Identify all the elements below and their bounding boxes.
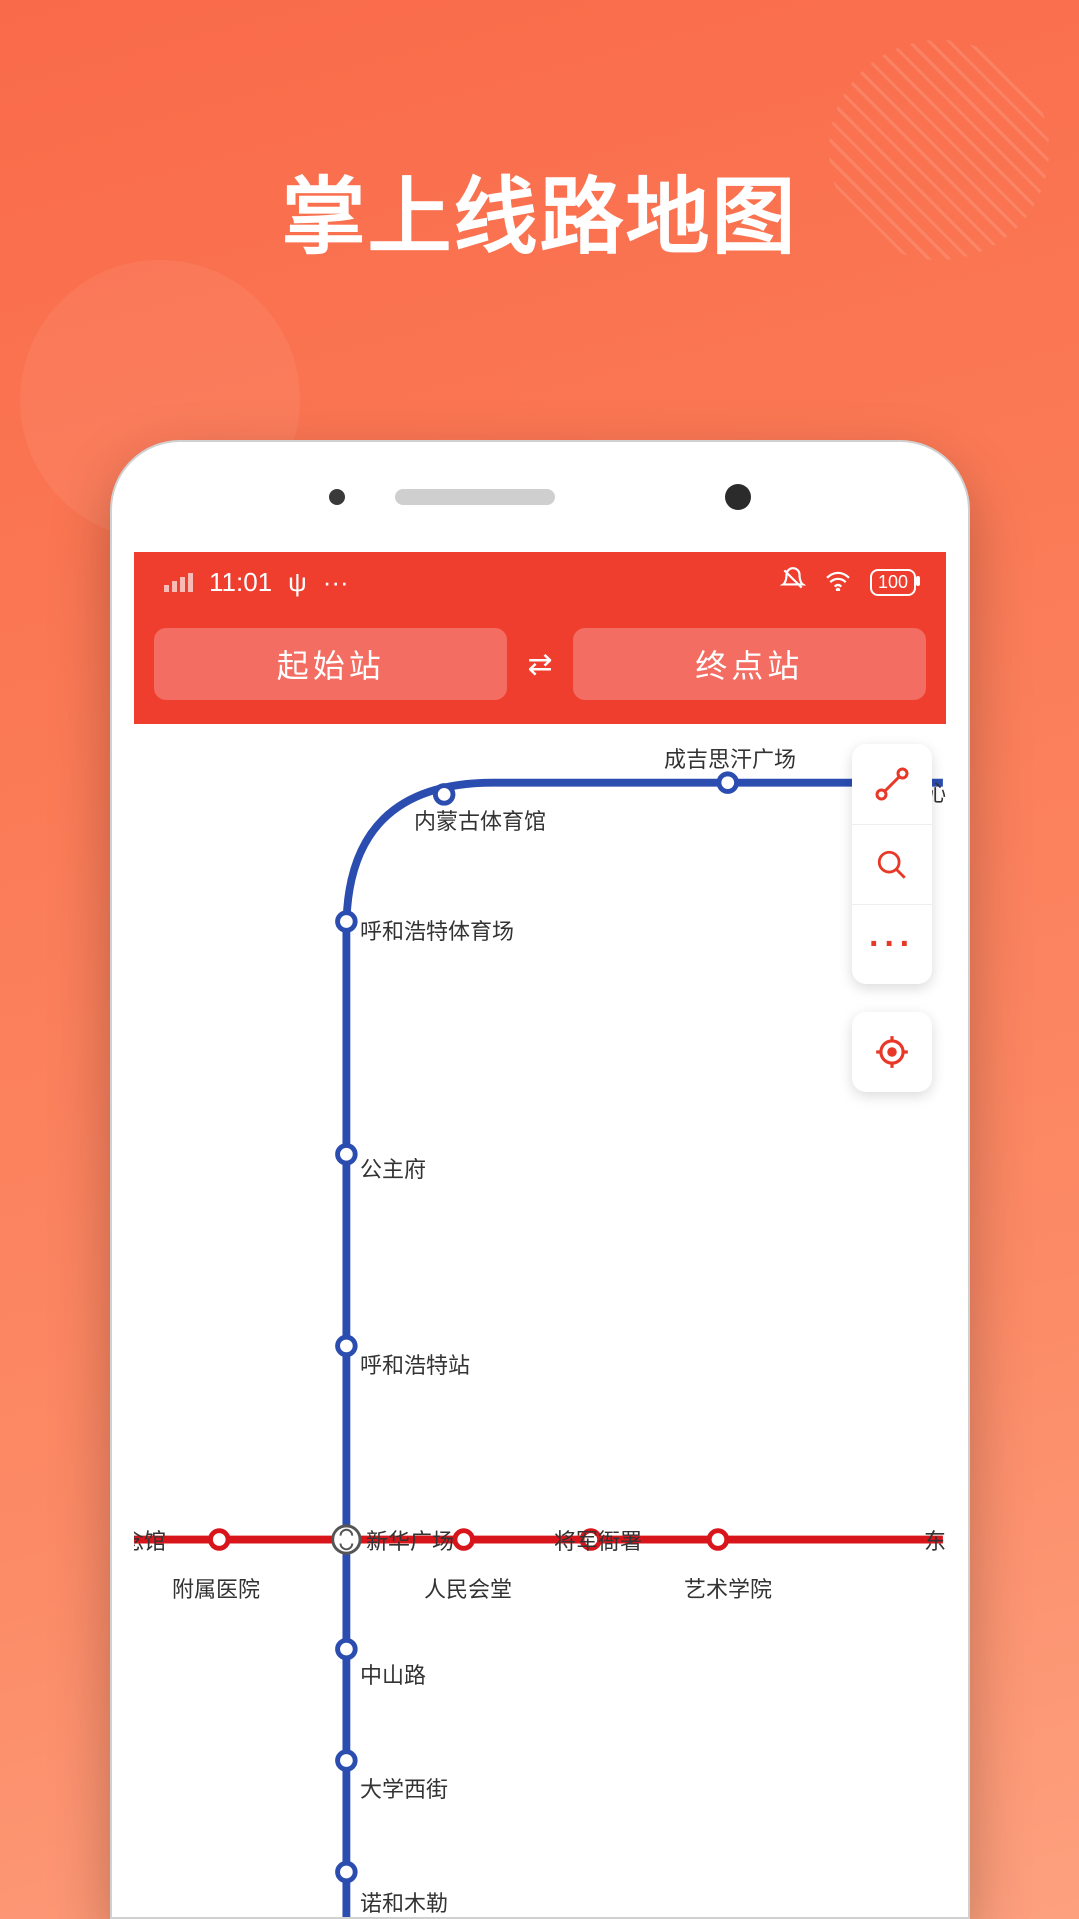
screen: 11:01 ψ ··· 100 起始站 — [134, 552, 946, 1917]
route-tool-button[interactable] — [852, 744, 932, 824]
more-tool-button[interactable]: ··· — [852, 904, 932, 984]
start-station-label: 起始站 — [277, 641, 385, 687]
station-label[interactable]: 夫纪念馆 — [134, 1524, 166, 1556]
station-label[interactable]: 将军衙署 — [554, 1524, 642, 1556]
usb-icon: ψ — [288, 567, 307, 598]
mute-icon — [780, 566, 806, 599]
station-label[interactable]: 东 — [924, 1524, 946, 1556]
more-icon: ··· — [869, 925, 915, 964]
station-label[interactable]: 呼和浩特站 — [360, 1348, 470, 1380]
promo-title: 掌上线路地图 — [0, 150, 1079, 271]
search-tool-button[interactable] — [852, 824, 932, 904]
station-label[interactable]: 成吉思汗广场 — [664, 742, 796, 774]
status-bar: 11:01 ψ ··· 100 — [134, 552, 946, 612]
station-label[interactable]: 人民会堂 — [424, 1572, 512, 1604]
signal-icon — [164, 573, 193, 592]
front-camera — [725, 484, 751, 510]
battery-indicator: 100 — [870, 569, 916, 596]
map-svg — [134, 724, 946, 1917]
station-label[interactable]: 大学西街 — [360, 1772, 448, 1804]
end-station-button[interactable]: 终点站 — [573, 628, 926, 700]
status-time: 11:01 — [209, 567, 272, 598]
speaker-slot — [395, 489, 555, 505]
more-dots-icon: ··· — [323, 567, 349, 598]
station-label[interactable]: 诺和木勒 — [360, 1886, 448, 1917]
station-label[interactable]: 新华广场 — [366, 1524, 454, 1556]
map-tools-panel: ··· — [852, 744, 932, 984]
search-icon — [875, 848, 909, 882]
locate-button[interactable] — [852, 1012, 932, 1092]
phone-bezel — [112, 442, 968, 552]
station-label[interactable]: 艺术学院 — [684, 1572, 772, 1604]
station-label[interactable]: 附属医院 — [172, 1572, 260, 1604]
phone-mockup: 11:01 ψ ··· 100 起始站 — [110, 440, 970, 1919]
route-icon — [874, 766, 910, 802]
start-station-button[interactable]: 起始站 — [154, 628, 507, 700]
wifi-icon — [824, 567, 852, 598]
station-label[interactable]: 呼和浩特体育场 — [360, 914, 514, 946]
swap-icon[interactable]: ⇄ — [527, 647, 552, 682]
interchange-station-icon — [333, 1526, 360, 1553]
route-header: 起始站 ⇄ 终点站 — [134, 612, 946, 724]
metro-map[interactable]: 成吉思汗广场 沁 内蒙古体育馆 呼和浩特体育场 公主府 呼和浩特站 新华广场 中… — [134, 724, 946, 1917]
station-label[interactable]: 内蒙古体育馆 — [414, 804, 546, 836]
locate-icon — [873, 1033, 911, 1071]
sensor-dot — [329, 489, 345, 505]
station-label[interactable]: 中山路 — [360, 1658, 426, 1690]
end-station-label: 终点站 — [695, 641, 803, 687]
station-label[interactable]: 公主府 — [360, 1152, 426, 1184]
